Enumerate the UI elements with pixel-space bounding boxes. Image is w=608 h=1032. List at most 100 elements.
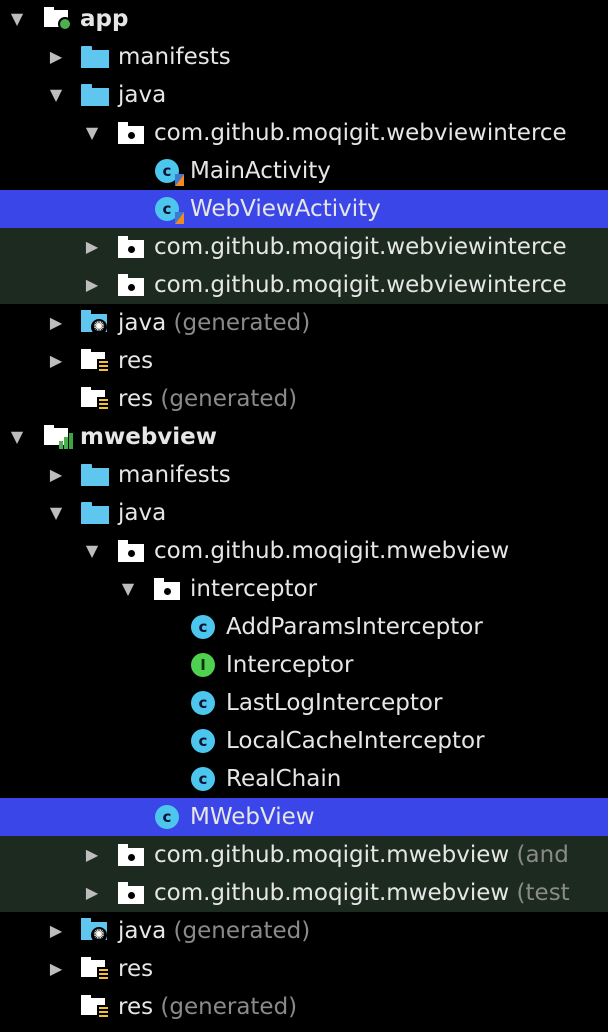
tree-row-label: LocalCacheInterceptor (226, 722, 485, 760)
tree-row-text: RealChain (226, 766, 342, 792)
tree-row[interactable]: ▶ res (0, 950, 608, 988)
tree-row-suffix: (and (516, 842, 569, 868)
tree-row-label: com.github.moqigit.webviewinterce (154, 228, 567, 266)
expand-arrow-icon[interactable]: ▼ (45, 76, 67, 114)
tree-row-suffix: (generated) (173, 310, 311, 336)
tree-row-text: com.github.moqigit.mwebview (154, 880, 510, 906)
tree-row[interactable]: ▼ interceptor (0, 570, 608, 608)
tree-row[interactable]: c WebViewActivity (0, 190, 608, 228)
tree-row[interactable]: ▶ com.github.moqigit.mwebview (test (0, 874, 608, 912)
tree-row-label: app (80, 0, 128, 38)
resource-folder-icon (81, 386, 109, 412)
tree-row-label: MWebView (190, 798, 315, 836)
tree-row[interactable]: ▶ manifests (0, 38, 608, 76)
tree-row[interactable]: ▶ com.github.moqigit.webviewinterce (0, 266, 608, 304)
tree-row[interactable]: ▶ com.github.moqigit.webviewinterce (0, 228, 608, 266)
tree-row-label: java (118, 76, 166, 114)
tree-row-label: java (generated) (118, 304, 310, 342)
tree-row-label: manifests (118, 38, 231, 76)
tree-row-text: interceptor (190, 576, 318, 602)
tree-row[interactable]: c RealChain (0, 760, 608, 798)
tree-row[interactable]: res (generated) (0, 988, 608, 1026)
tree-row[interactable]: c LastLogInterceptor (0, 684, 608, 722)
tree-row[interactable]: c MainActivity (0, 152, 608, 190)
collapse-arrow-icon[interactable]: ▶ (45, 342, 67, 380)
tree-row[interactable]: c MWebView (0, 798, 608, 836)
collapse-arrow-icon[interactable]: ▶ (45, 456, 67, 494)
class-icon: c (189, 690, 217, 716)
tree-row-text: res (118, 956, 154, 982)
tree-row-label: com.github.moqigit.mwebview (154, 532, 509, 570)
generated-java-folder-icon: ✺ (81, 310, 109, 336)
tree-row-text: com.github.moqigit.mwebview (154, 538, 510, 564)
collapse-arrow-icon[interactable]: ▶ (81, 228, 103, 266)
tree-row[interactable]: ▼ mwebview (0, 418, 608, 456)
class-icon: c (189, 766, 217, 792)
tree-row-text: java (118, 500, 167, 526)
collapse-arrow-icon[interactable]: ▶ (45, 38, 67, 76)
tree-row-label: java (generated) (118, 912, 310, 950)
tree-row-label: AddParamsInterceptor (226, 608, 483, 646)
tree-row-label: mwebview (80, 418, 217, 456)
package-icon (117, 120, 145, 146)
tree-row-text: MainActivity (190, 158, 331, 184)
collapse-arrow-icon[interactable]: ▶ (45, 912, 67, 950)
tree-row-text: com.github.moqigit.webviewinterce (154, 234, 567, 260)
collapse-arrow-icon[interactable]: ▶ (45, 304, 67, 342)
tree-row-label: res (generated) (118, 380, 297, 418)
collapse-arrow-icon[interactable]: ▶ (81, 874, 103, 912)
tree-row-label: res (118, 342, 153, 380)
tree-row-text: WebViewActivity (190, 196, 381, 222)
tree-row-label: MainActivity (190, 152, 331, 190)
module-app-icon (44, 6, 72, 32)
folder-icon (81, 462, 109, 488)
tree-row[interactable]: ▶ ✺ java (generated) (0, 304, 608, 342)
tree-row[interactable]: ▶ com.github.moqigit.mwebview (and (0, 836, 608, 874)
expand-arrow-icon[interactable]: ▼ (81, 114, 103, 152)
tree-row[interactable]: res (generated) (0, 380, 608, 418)
tree-row-text: app (80, 6, 129, 32)
tree-row-text: LocalCacheInterceptor (226, 728, 485, 754)
tree-row-text: manifests (118, 462, 231, 488)
tree-row-text: mwebview (80, 424, 218, 450)
tree-row-label: RealChain (226, 760, 341, 798)
tree-row-suffix: (generated) (160, 994, 298, 1020)
project-tree: ▼ app ▶ manifests ▼ java ▼ com.github.moqigit.w… (0, 0, 608, 1026)
tree-row[interactable]: ▶ manifests (0, 456, 608, 494)
expand-arrow-icon[interactable]: ▼ (117, 570, 139, 608)
tree-row-label: manifests (118, 456, 231, 494)
tree-row[interactable]: I Interceptor (0, 646, 608, 684)
tree-row[interactable]: c LocalCacheInterceptor (0, 722, 608, 760)
package-icon (117, 538, 145, 564)
tree-row-text: com.github.moqigit.webviewinterce (154, 272, 567, 298)
tree-row-label: LastLogInterceptor (226, 684, 442, 722)
class-icon: c (189, 728, 217, 754)
tree-row-text: manifests (118, 44, 231, 70)
collapse-arrow-icon[interactable]: ▶ (81, 266, 103, 304)
expand-arrow-icon[interactable]: ▼ (6, 0, 28, 38)
tree-row[interactable]: ▶ ✺ java (generated) (0, 912, 608, 950)
resource-folder-icon (81, 994, 109, 1020)
expand-arrow-icon[interactable]: ▼ (45, 494, 67, 532)
collapse-arrow-icon[interactable]: ▶ (45, 950, 67, 988)
tree-row[interactable]: ▼ java (0, 76, 608, 114)
package-icon (117, 842, 145, 868)
package-icon (117, 234, 145, 260)
expand-arrow-icon[interactable]: ▼ (6, 418, 28, 456)
tree-row[interactable]: ▼ com.github.moqigit.mwebview (0, 532, 608, 570)
collapse-arrow-icon[interactable]: ▶ (81, 836, 103, 874)
tree-row-label: res (118, 950, 153, 988)
tree-row[interactable]: ▼ com.github.moqigit.webviewinterce (0, 114, 608, 152)
tree-row[interactable]: ▶ res (0, 342, 608, 380)
tree-row-text: java (118, 918, 167, 944)
tree-row-suffix: (generated) (173, 918, 311, 944)
tree-row-label: java (118, 494, 166, 532)
tree-row-suffix: (test (516, 880, 570, 906)
expand-arrow-icon[interactable]: ▼ (81, 532, 103, 570)
tree-row-text: Interceptor (226, 652, 354, 678)
interface-icon: I (189, 652, 217, 678)
resource-folder-icon (81, 956, 109, 982)
tree-row[interactable]: ▼ java (0, 494, 608, 532)
tree-row[interactable]: c AddParamsInterceptor (0, 608, 608, 646)
tree-row[interactable]: ▼ app (0, 0, 608, 38)
